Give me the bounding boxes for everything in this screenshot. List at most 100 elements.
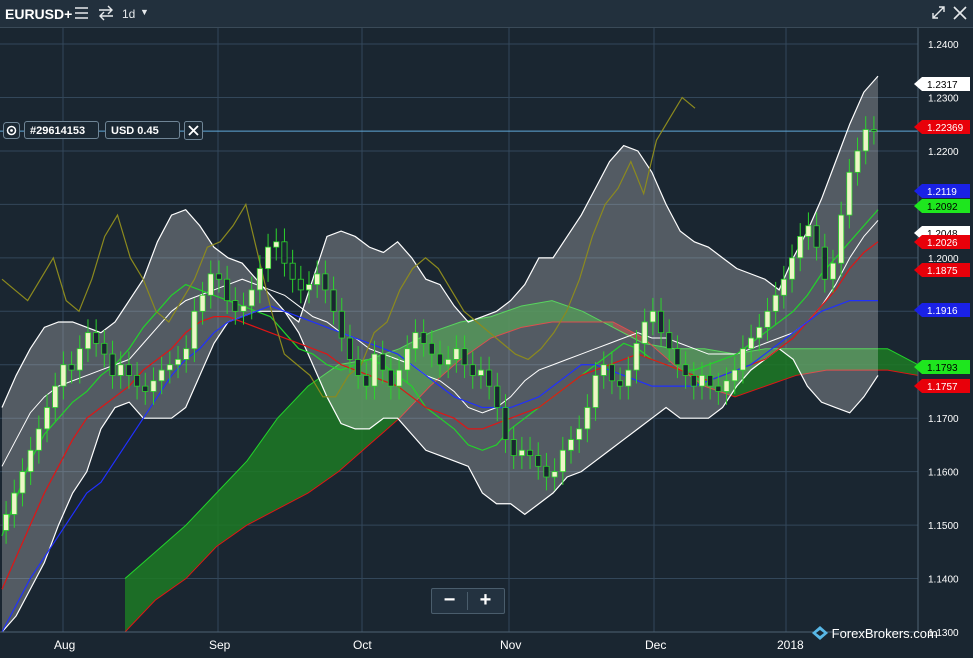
candle-body (486, 369, 493, 387)
price-tag: 1.1793 (914, 360, 970, 374)
price-tag: 1.2317 (914, 77, 970, 91)
candle-body (305, 284, 313, 291)
candle-body (84, 332, 91, 350)
candle-body (289, 262, 296, 280)
candle-body (248, 289, 255, 307)
candle-body (551, 471, 558, 478)
price-tag: 1.1757 (914, 379, 970, 393)
candle-body (559, 449, 566, 473)
price-axis: 1.24001.23001.22001.21001.20001.19001.18… (917, 28, 959, 639)
candle-body (567, 439, 575, 451)
caret-down-icon[interactable]: ▼ (140, 7, 149, 17)
time-axis: Aug Sep Oct Nov Dec 2018 (0, 631, 918, 652)
candle-body (502, 407, 509, 440)
candle-body (109, 353, 116, 376)
candle-body (166, 364, 173, 371)
candle-body (453, 348, 460, 360)
candle-body (797, 236, 804, 259)
x-tick-label: Sep (209, 638, 231, 652)
candle-body (224, 278, 231, 302)
candle-body (11, 492, 18, 515)
watermark: ForexBrokers.com (812, 626, 938, 641)
price-tag-label: 1.1793 (927, 363, 958, 374)
chart-toolbar: EURUSD+ 1d ▼ (0, 0, 973, 28)
candle-body (207, 273, 214, 296)
candle-body (682, 364, 689, 376)
candle-body (780, 278, 787, 296)
candle-body (617, 380, 624, 387)
candle-body (870, 129, 877, 132)
candle-body (314, 273, 321, 285)
candle-body (723, 380, 730, 392)
candle-body (821, 246, 828, 280)
candle-body (346, 337, 353, 360)
candle-body (265, 246, 272, 269)
candle-body (608, 364, 615, 382)
candle-body (355, 358, 362, 376)
candle-body (396, 369, 403, 387)
candle-body (805, 225, 812, 237)
y-tick-label: 1.1400 (928, 575, 959, 586)
candle-body (240, 305, 247, 312)
candle-body (117, 364, 124, 376)
candle-body (649, 310, 656, 323)
settings-gear-icon[interactable] (3, 122, 20, 139)
price-tag: 1.1875 (914, 263, 970, 277)
candle-body (715, 385, 722, 392)
order-id-field[interactable]: #29614153 (24, 121, 99, 139)
candle-body (518, 449, 525, 457)
candle-body (592, 375, 599, 408)
candle-body (134, 375, 141, 387)
symbol-label[interactable]: EURUSD+ (5, 6, 72, 22)
candle-body (633, 342, 640, 371)
y-tick-label: 1.2300 (928, 93, 959, 104)
candle-body (436, 353, 444, 366)
candle-body (273, 241, 280, 248)
candle-body (535, 455, 542, 467)
candle-body (756, 326, 763, 339)
candle-body (739, 348, 746, 371)
price-tag-label: 1.1916 (927, 306, 958, 317)
expand-icon[interactable] (930, 5, 948, 21)
candle-body (68, 364, 75, 371)
candle-body (641, 321, 648, 344)
x-tick-label: Nov (500, 638, 521, 652)
cloud-segment (277, 386, 308, 510)
y-tick-label: 1.1600 (928, 468, 959, 479)
candle-body (838, 214, 845, 264)
order-pnl-field[interactable]: USD 0.45 (105, 121, 180, 139)
candle-body (494, 385, 501, 408)
candle-body (772, 294, 779, 312)
candle-body (363, 375, 370, 387)
hamburger-icon[interactable] (74, 5, 92, 21)
zoom-in-button[interactable]: + (468, 589, 503, 613)
candle-body (748, 337, 755, 350)
timeframe-selector[interactable]: 1d (122, 7, 135, 21)
zoom-out-button[interactable]: − (432, 589, 467, 613)
candle-body (19, 471, 26, 494)
zoom-control: − + (431, 588, 505, 614)
close-icon[interactable] (951, 5, 969, 21)
x-tick-label: Oct (353, 638, 372, 652)
y-tick-label: 1.2200 (928, 147, 959, 158)
candle-body (183, 348, 190, 360)
price-tag-label: 1.2317 (927, 80, 958, 91)
candle-body (142, 385, 149, 392)
y-tick-label: 1.1500 (928, 521, 959, 532)
candle-body (35, 428, 42, 451)
swap-arrows-icon[interactable] (97, 5, 115, 21)
candle-body (731, 369, 738, 382)
candle-body (371, 353, 378, 387)
candle-body (854, 150, 861, 173)
candle-body (625, 369, 632, 387)
candle-body (387, 369, 394, 387)
candle-body (829, 262, 836, 280)
candle-body (101, 342, 108, 355)
candle-body (379, 353, 386, 371)
candle-body (215, 273, 222, 280)
brand-logo-icon (812, 626, 828, 640)
close-box-icon[interactable] (184, 121, 203, 140)
price-tag: 1.2119 (914, 184, 970, 198)
candle-body (690, 375, 697, 387)
candle-body (576, 428, 583, 440)
